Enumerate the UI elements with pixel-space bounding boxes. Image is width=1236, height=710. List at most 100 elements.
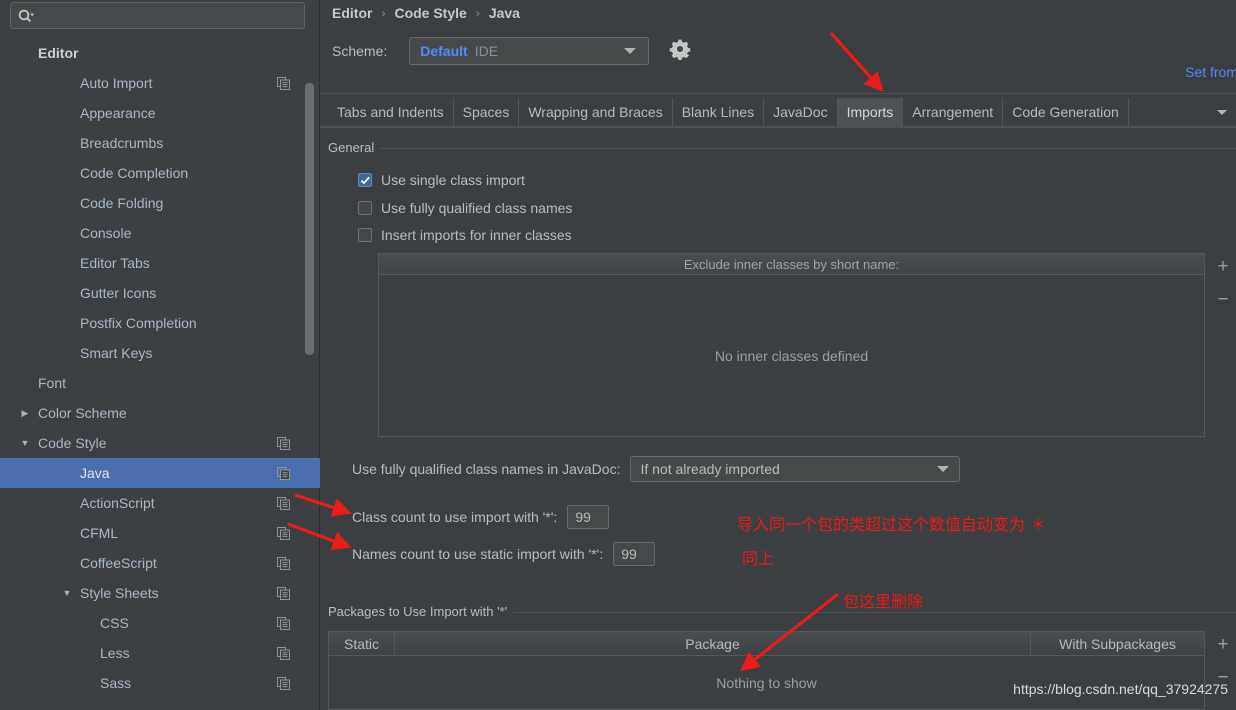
- packages-group-rule: [510, 612, 1236, 613]
- copy-scheme-icon[interactable]: [277, 496, 290, 510]
- checkbox-label: Use fully qualified class names: [381, 200, 573, 216]
- packages-table[interactable]: Static Package With Subpackages Nothing …: [328, 631, 1205, 710]
- watermark-text: https://blog.csdn.net/qq_37924275: [1013, 681, 1228, 697]
- sidebar-item-label: CFML: [80, 525, 119, 541]
- count-input[interactable]: 99: [613, 542, 656, 566]
- sidebar-item-actionscript[interactable]: ActionScript: [0, 488, 320, 518]
- sidebar-item-console[interactable]: Console: [0, 218, 320, 248]
- sidebar-item-sass[interactable]: Sass: [0, 668, 320, 698]
- exclude-remove-button[interactable]: −: [1211, 288, 1235, 312]
- sidebar-item-editor-tabs[interactable]: Editor Tabs: [0, 248, 320, 278]
- sidebar-item-gutter-icons[interactable]: Gutter Icons: [0, 278, 320, 308]
- exclude-table-header: Exclude inner classes by short name:: [379, 254, 1204, 275]
- javadoc-fqn-value: If not already imported: [640, 461, 780, 477]
- copy-scheme-icon[interactable]: [277, 646, 290, 660]
- javadoc-fqn-dropdown[interactable]: If not already imported: [630, 456, 961, 482]
- exclude-add-button[interactable]: +: [1211, 255, 1235, 279]
- packages-col-with-subpackages: With Subpackages: [1059, 635, 1176, 652]
- sidebar-item-label: Postfix Completion: [80, 315, 197, 331]
- sidebar-item-label: Smart Keys: [80, 345, 153, 361]
- breadcrumb-item[interactable]: Java: [489, 5, 520, 21]
- general-group-rule: [380, 148, 1236, 149]
- sidebar-item-cfml[interactable]: CFML: [0, 518, 320, 548]
- chevron-down-icon[interactable]: ▼: [60, 588, 74, 598]
- scheme-dropdown[interactable]: Default IDE: [409, 37, 650, 65]
- sidebar-item-css[interactable]: CSS: [0, 608, 320, 638]
- checkbox-unchecked-icon[interactable]: [358, 201, 372, 215]
- annotation-note-2: 同上: [742, 549, 775, 568]
- tabs-overflow-button[interactable]: [1210, 98, 1234, 126]
- chevron-right-icon[interactable]: ▶: [18, 408, 32, 419]
- breadcrumb-item[interactable]: Code Style: [394, 5, 466, 21]
- breadcrumb-item[interactable]: Editor: [332, 5, 372, 21]
- search-box[interactable]: [10, 2, 305, 29]
- sidebar-item-style-sheets[interactable]: ▼ Style Sheets: [0, 578, 320, 608]
- sidebar-item-font[interactable]: Font: [0, 368, 320, 398]
- breadcrumb-separator: ›: [475, 6, 480, 20]
- search-input[interactable]: [35, 7, 304, 24]
- tab-blank-lines[interactable]: Blank Lines: [672, 98, 765, 126]
- set-from-link[interactable]: Set from: [1185, 64, 1236, 80]
- sidebar-item-code-completion[interactable]: Code Completion: [0, 158, 320, 188]
- copy-scheme-icon[interactable]: [277, 526, 290, 540]
- sidebar-item-code-style[interactable]: ▼ Code Style: [0, 428, 320, 458]
- checkbox-row[interactable]: Use fully qualified class names: [358, 198, 572, 218]
- gear-icon: [669, 38, 691, 65]
- sidebar-item-java[interactable]: Java: [0, 458, 320, 488]
- sidebar-item-code-folding[interactable]: Code Folding: [0, 188, 320, 218]
- scheme-label: Scheme:: [332, 43, 388, 59]
- sidebar-item-auto-import[interactable]: Auto Import: [0, 68, 320, 98]
- copy-scheme-icon[interactable]: [277, 616, 290, 630]
- scheme-gear-button[interactable]: [667, 38, 693, 64]
- sidebar-item-color-scheme[interactable]: ▶ Color Scheme: [0, 398, 320, 428]
- checkbox-row[interactable]: Use single class import: [358, 170, 525, 190]
- tab-spaces[interactable]: Spaces: [453, 98, 520, 126]
- settings-tabs[interactable]: Tabs and Indents Spaces Wrapping and Brace…: [328, 98, 1129, 126]
- sidebar-item-label: CoffeeScript: [80, 555, 157, 571]
- tab-arrangement[interactable]: Arrangement: [903, 98, 1004, 126]
- packages-table-header: Static Package With Subpackages: [329, 632, 1204, 656]
- sidebar-item-label: Font: [38, 375, 67, 391]
- sidebar-item-breadcrumbs[interactable]: Breadcrumbs: [0, 128, 320, 158]
- settings-tree[interactable]: Editor Auto Import Appearance Breadcrumbs Co…: [0, 38, 320, 710]
- tab-imports[interactable]: Imports: [837, 98, 904, 126]
- sidebar-item-postfix-completion[interactable]: Postfix Completion: [0, 308, 320, 338]
- packages-group-title: Packages to Use Import with '*': [328, 604, 514, 619]
- chevron-down-icon: [1217, 109, 1227, 115]
- annotation-note-3: 包这里删除: [843, 592, 924, 611]
- checkbox-label: Insert imports for inner classes: [381, 227, 572, 243]
- sidebar-scrollbar[interactable]: [305, 83, 314, 355]
- sidebar-item-label: Editor: [38, 45, 79, 61]
- chevron-down-icon[interactable]: ▼: [18, 438, 32, 448]
- chevron-down-icon: [624, 48, 637, 54]
- packages-add-button[interactable]: +: [1211, 633, 1235, 657]
- count-row: Names count to use static import with '*…: [352, 542, 656, 566]
- tab-javadoc[interactable]: JavaDoc: [764, 98, 838, 126]
- checkbox-checked-icon[interactable]: [358, 173, 372, 187]
- sidebar-item-editor[interactable]: Editor: [0, 38, 320, 68]
- exclude-inner-classes-table[interactable]: Exclude inner classes by short name: No …: [378, 253, 1205, 437]
- copy-scheme-icon[interactable]: [277, 676, 290, 690]
- breadcrumb-separator: ›: [381, 6, 386, 20]
- copy-scheme-icon[interactable]: [277, 76, 290, 90]
- sidebar-item-label: Appearance: [80, 105, 156, 121]
- copy-scheme-icon[interactable]: [277, 586, 290, 600]
- checkbox-unchecked-icon[interactable]: [358, 228, 372, 242]
- tab-wrapping-and-braces[interactable]: Wrapping and Braces: [519, 98, 673, 126]
- checkbox-row[interactable]: Insert imports for inner classes: [358, 225, 572, 245]
- copy-scheme-icon[interactable]: [277, 556, 290, 570]
- count-input[interactable]: 99: [567, 505, 610, 529]
- scheme-name: Default: [420, 43, 468, 59]
- tab-tabs-and-indents[interactable]: Tabs and Indents: [328, 98, 454, 126]
- sidebar-item-label: ActionScript: [80, 495, 155, 511]
- sidebar-item-appearance[interactable]: Appearance: [0, 98, 320, 128]
- copy-scheme-icon[interactable]: [277, 436, 290, 450]
- count-row: Class count to use import with '*': 99: [352, 505, 610, 529]
- tab-code-generation[interactable]: Code Generation: [1003, 98, 1129, 126]
- sidebar-item-smart-keys[interactable]: Smart Keys: [0, 338, 320, 368]
- settings-content-pane: Editor › Code Style › Java Scheme: Default I…: [320, 0, 1236, 710]
- sidebar-item-coffeescript[interactable]: CoffeeScript: [0, 548, 320, 578]
- copy-scheme-icon[interactable]: [277, 466, 290, 480]
- header-separator: [320, 93, 1236, 94]
- sidebar-item-less[interactable]: Less: [0, 638, 320, 668]
